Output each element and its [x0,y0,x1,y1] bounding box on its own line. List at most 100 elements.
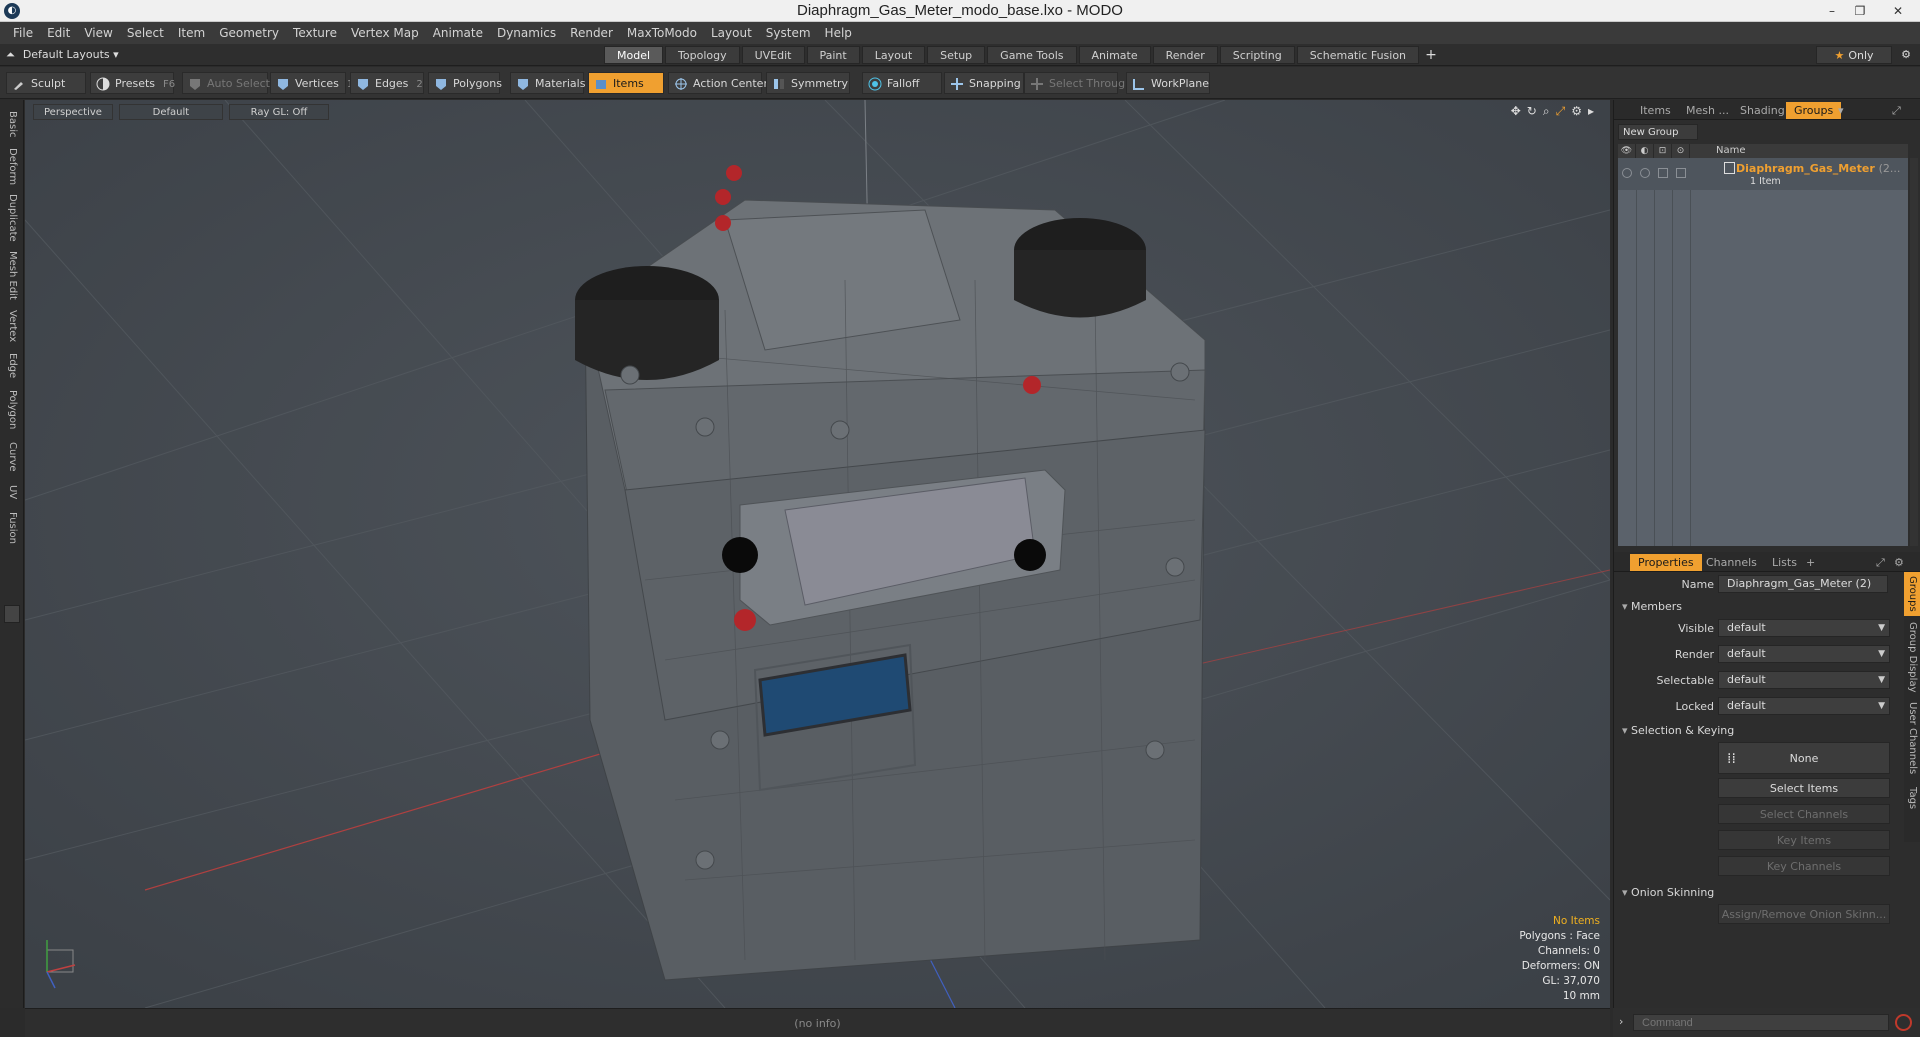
key-channels-button[interactable]: Key Channels [1718,856,1890,876]
gear-icon[interactable]: ⚙ [1896,46,1916,64]
tab-lists[interactable]: Lists [1764,554,1805,571]
tab-model[interactable]: Model [604,46,664,64]
tab-scripting[interactable]: Scripting [1219,46,1295,64]
name-field[interactable]: Diaphragm_Gas_Meter (2) [1718,575,1888,593]
left-panel-toggle[interactable] [4,605,20,623]
group-row[interactable]: Diaphragm_Gas_Meter (2... 1 Item [1618,158,1908,190]
left-tab-duplicate[interactable]: Duplicate [2,192,22,244]
close-button[interactable]: ✕ [1884,0,1912,22]
tab-game-tools[interactable]: Game Tools [987,46,1077,64]
assign-onion-button[interactable]: Assign/Remove Onion Skinn... [1718,904,1890,924]
edges-button[interactable]: Edges 2 [350,72,424,94]
materials-button[interactable]: Materials [510,72,585,94]
onion-skinning-section[interactable]: Onion Skinning [1622,886,1714,899]
menu-texture[interactable]: Texture [286,22,344,44]
new-group-button[interactable]: New Group [1618,124,1698,140]
tab-channels[interactable]: Channels [1698,554,1765,571]
3d-viewport[interactable]: Perspective Default Ray GL: Off ✥ ↻ ⌕ ⤢ … [25,100,1610,1008]
menu-maxtomodo[interactable]: MaxToModo [620,22,704,44]
tab-properties[interactable]: Properties [1630,554,1702,571]
rotate-view-icon[interactable]: ↻ [1527,104,1537,119]
left-tab-deform[interactable]: Deform [2,146,22,188]
tab-render[interactable]: Render [1152,46,1218,64]
left-tab-uv[interactable]: UV [2,480,22,504]
side-tab-tags[interactable]: Tags [1904,782,1920,814]
falloff-button[interactable]: Falloff [862,72,942,94]
menu-help[interactable]: Help [818,22,859,44]
tab-paint[interactable]: Paint [806,46,860,64]
key-items-button[interactable]: Key Items [1718,830,1890,850]
tab-mesh[interactable]: Mesh ... [1678,102,1737,119]
only-button[interactable]: ★ Only [1816,46,1892,64]
panel-expand-icon[interactable]: ⤢ [1892,102,1901,119]
tab-layout[interactable]: Layout [861,46,926,64]
properties-expand-icon[interactable]: ⤢ [1876,554,1885,571]
auto-select-button[interactable]: Auto Select [182,72,270,94]
polygons-button[interactable]: Polygons [428,72,502,94]
panel-dropdown-icon[interactable]: ▾ [1838,102,1844,119]
tab-setup[interactable]: Setup [927,46,986,64]
menu-geometry[interactable]: Geometry [212,22,286,44]
menu-render[interactable]: Render [563,22,620,44]
record-macro-icon[interactable] [1895,1014,1912,1031]
presets-button[interactable]: Presets F6 [90,72,175,94]
layout-selector[interactable]: ⏶ Default Layouts ▾ [6,47,119,63]
tab-schematic-fusion[interactable]: Schematic Fusion [1296,46,1420,64]
menu-file[interactable]: File [6,22,40,44]
viewport-menu-icon[interactable]: ▸ [1588,104,1594,119]
menu-dynamics[interactable]: Dynamics [490,22,563,44]
add-tab-icon[interactable]: + [1806,554,1815,571]
select-channels-button[interactable]: Select Channels [1718,804,1890,824]
members-section[interactable]: Members [1622,600,1682,613]
tab-animate[interactable]: Animate [1078,46,1151,64]
render-toggle[interactable] [1640,168,1650,178]
lock-toggle[interactable] [1658,168,1668,178]
menu-item[interactable]: Item [171,22,212,44]
left-tab-polygon[interactable]: Polygon [2,386,22,434]
visibility-toggle[interactable] [1622,168,1632,178]
selectable-select[interactable]: default ▼ [1718,671,1890,689]
tab-groups[interactable]: Groups [1786,102,1842,119]
command-input[interactable] [1633,1014,1889,1031]
menu-select[interactable]: Select [120,22,171,44]
select-through-button[interactable]: Select Through [1024,72,1132,94]
lock-col-icon[interactable]: ⊡ [1654,144,1672,158]
left-tab-mesh-edit[interactable]: Mesh Edit [2,248,22,302]
viewport-gear-icon[interactable]: ⚙ [1571,104,1582,119]
minimize-button[interactable]: – [1818,0,1846,22]
selection-keying-section[interactable]: Selection & Keying [1622,724,1734,737]
sculpt-button[interactable]: Sculpt [6,72,86,94]
restore-button[interactable]: ❐ [1846,0,1874,22]
render-col-icon[interactable]: ◐ [1636,144,1654,158]
menu-layout[interactable]: Layout [704,22,759,44]
tab-items[interactable]: Items [1632,102,1679,119]
locked-select[interactable]: default ▼ [1718,697,1890,715]
menu-view[interactable]: View [77,22,119,44]
symmetry-button[interactable]: Symmetry [766,72,850,94]
zoom-view-icon[interactable]: ⌕ [1543,104,1550,119]
properties-gear-icon[interactable]: ⚙ [1894,554,1904,571]
left-tab-edge[interactable]: Edge [2,350,22,382]
items-button[interactable]: Items [588,72,664,94]
fit-view-icon[interactable]: ⤢ [1556,104,1566,119]
snapping-button[interactable]: Snapping [944,72,1024,94]
side-tab-group-display[interactable]: Group Display [1904,620,1920,694]
menu-vertex-map[interactable]: Vertex Map [344,22,426,44]
side-tab-groups[interactable]: Groups [1904,572,1920,616]
menu-animate[interactable]: Animate [426,22,490,44]
tab-uvedit[interactable]: UVEdit [741,46,805,64]
tab-shading[interactable]: Shading [1732,102,1793,119]
visibility-col-icon[interactable]: 👁 [1618,144,1636,158]
left-tab-vertex[interactable]: Vertex [2,306,22,346]
shading-button[interactable]: Default [118,104,223,120]
action-center-button[interactable]: Action Center [668,72,768,94]
groups-scrollbar[interactable] [1910,158,1918,546]
vertices-button[interactable]: Vertices1 [270,72,353,94]
perspective-button[interactable]: Perspective [33,104,113,120]
menu-system[interactable]: System [759,22,818,44]
render-select[interactable]: default ▼ [1718,645,1890,663]
left-tab-basic[interactable]: Basic [2,106,22,142]
workplane-button[interactable]: WorkPlane [1126,72,1210,94]
gas-meter-model[interactable] [575,165,1206,981]
visible-select[interactable]: default ▼ [1718,619,1890,637]
